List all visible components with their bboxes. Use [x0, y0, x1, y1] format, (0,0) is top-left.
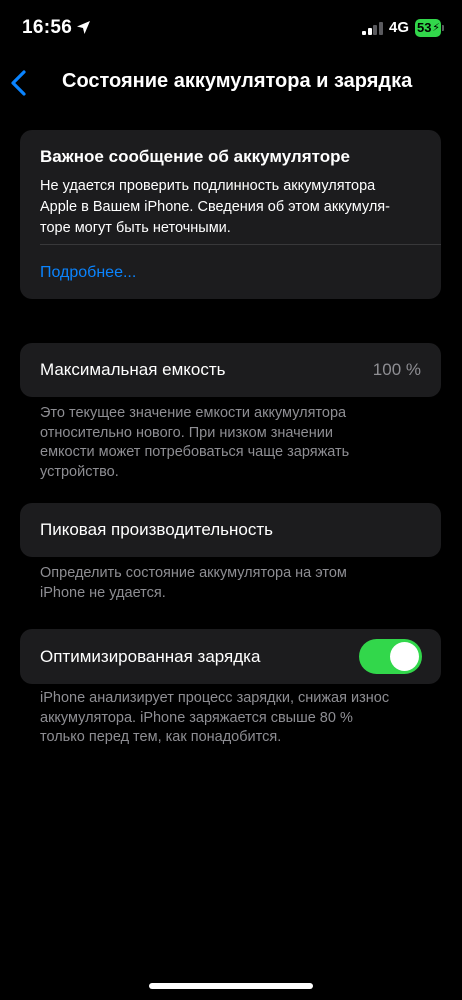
footnote-line: относительно нового. При низком значении	[40, 424, 333, 441]
optimized-charging-toggle[interactable]	[359, 639, 422, 674]
home-indicator[interactable]	[149, 983, 313, 989]
footnote-line: Это текущее значение емкости аккумулятор…	[40, 405, 347, 421]
toggle-knob	[390, 642, 419, 671]
footnote-line: емкости может потребоваться чаще заряжат…	[40, 444, 350, 460]
peak-performance-label: Пиковая производительность	[40, 520, 274, 539]
battery-cap	[442, 25, 444, 31]
status-time: 16:56	[22, 17, 73, 38]
alert-body-line: торе могут быть неточными.	[40, 220, 231, 236]
battery-percent: 53	[417, 20, 432, 35]
battery-charging-icon: 53 ⚡	[415, 19, 441, 37]
footnote-line: iPhone анализирует процесс зарядки, сниж…	[40, 690, 390, 706]
navigation-bar: Состояние аккумулятора и зарядка	[0, 60, 462, 104]
footnote-line: Определить состояние аккумулятора на это…	[40, 565, 347, 581]
peak-performance-footnote: Определить состояние аккумулятора на это…	[40, 564, 347, 603]
alert-body-line: Apple в Вашем iPhone. Сведения об этом а…	[40, 199, 390, 215]
max-capacity-row: Максимальная емкость 100 %	[20, 343, 441, 397]
bolt-icon: ⚡	[432, 22, 440, 34]
battery-alert-card: Важное сообщение об аккумуляторе Не удае…	[20, 130, 441, 299]
max-capacity-value: 100 %	[372, 360, 421, 379]
max-capacity-footnote: Это текущее значение емкости аккумулятор…	[40, 404, 349, 482]
peak-performance-row: Пиковая производительность	[20, 503, 441, 557]
learn-more-link[interactable]: Подробнее...	[40, 264, 136, 282]
chevron-left-icon[interactable]	[8, 68, 32, 98]
alert-title: Важное сообщение об аккумуляторе	[40, 147, 350, 166]
optimized-charging-label: Оптимизированная зарядка	[40, 647, 261, 666]
alert-body: Не удается проверить подлинность аккумул…	[40, 176, 425, 239]
status-bar: 16:56 4G 53 ⚡	[0, 0, 462, 56]
footnote-line: устройство.	[40, 463, 119, 480]
footnote-line: только перед тем, как понадобится.	[40, 729, 282, 745]
divider	[40, 244, 441, 245]
location-arrow-icon	[77, 21, 90, 34]
alert-body-line: Не удается проверить подлинность аккумул…	[40, 178, 376, 194]
optimized-charging-footnote: iPhone анализирует процесс зарядки, сниж…	[40, 689, 389, 748]
optimized-charging-row: Оптимизированная зарядка	[20, 629, 441, 684]
max-capacity-label: Максимальная емкость	[40, 360, 226, 379]
footnote-line: аккумулятора. iPhone заряжается свыше 80…	[40, 709, 353, 726]
footnote-line: iPhone не удается.	[40, 584, 166, 601]
cellular-signal-icon	[362, 22, 383, 35]
network-type: 4G	[389, 19, 410, 36]
page-title: Состояние аккумулятора и зарядка	[62, 70, 413, 92]
